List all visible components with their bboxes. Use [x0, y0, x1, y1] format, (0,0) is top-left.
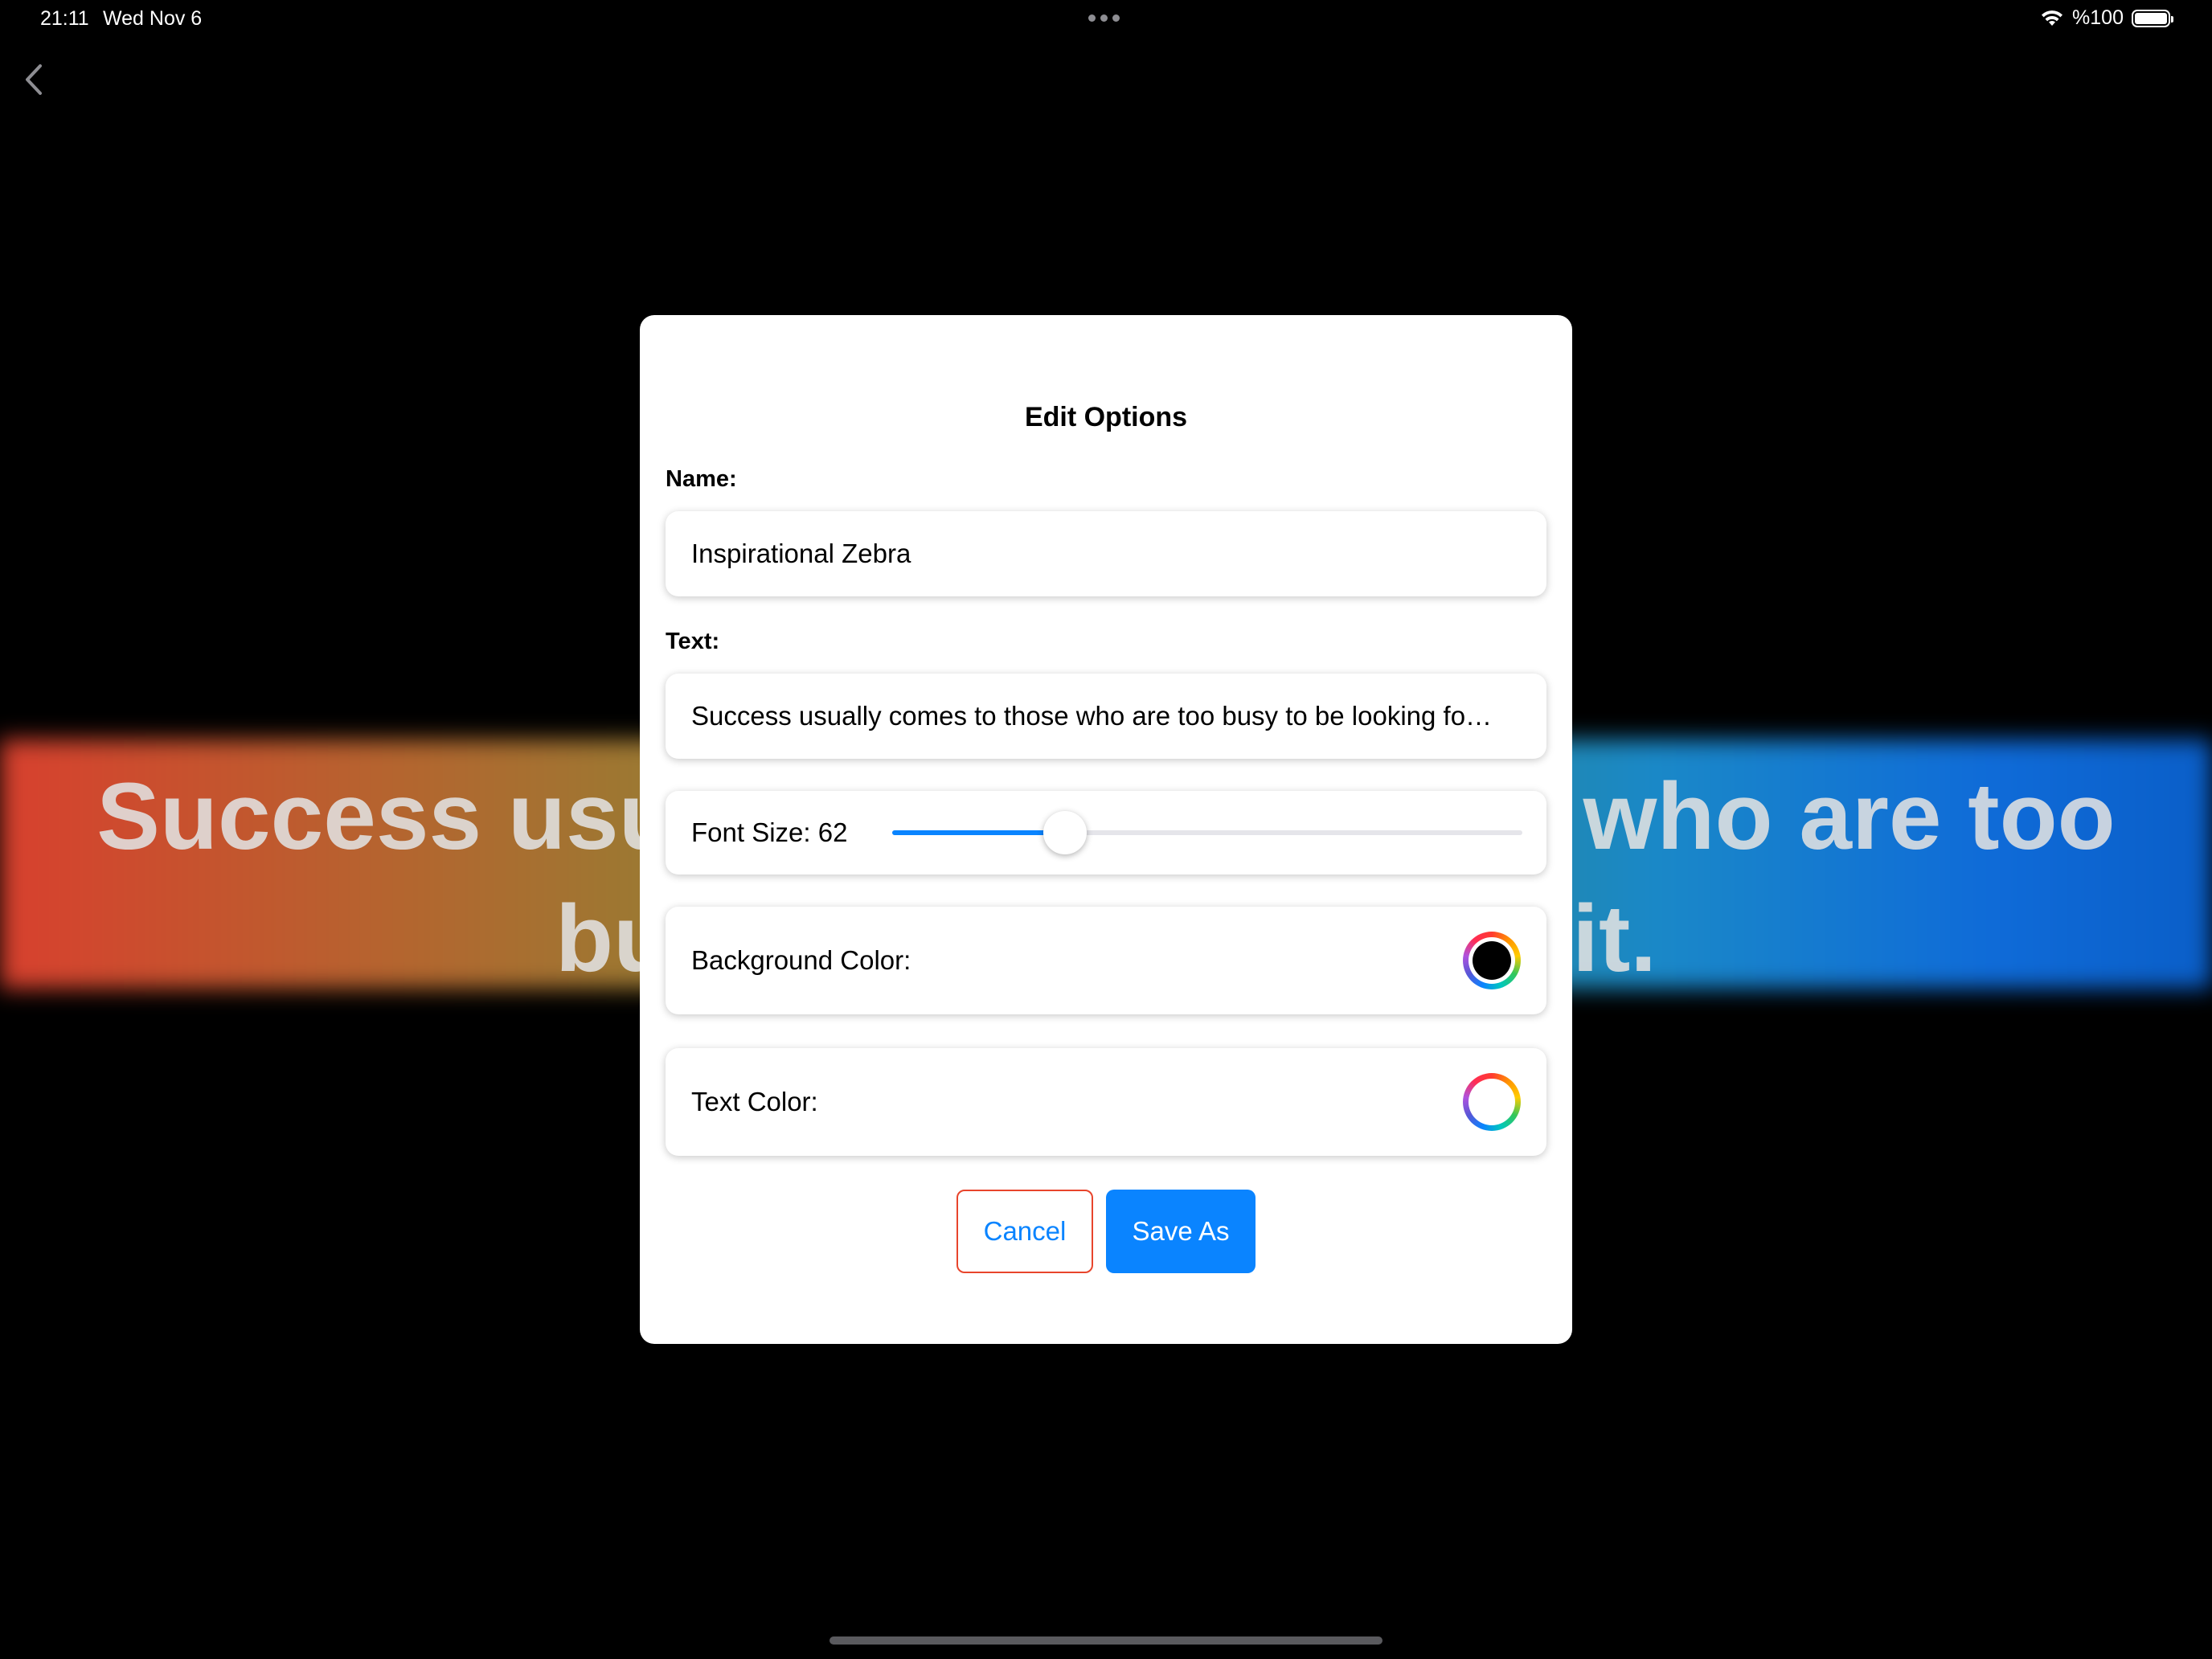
slider-fill	[892, 830, 1065, 835]
battery-percentage: %100	[2072, 6, 2124, 29]
font-size-card: Font Size: 62	[666, 791, 1546, 875]
text-label: Text:	[666, 629, 720, 654]
status-date: Wed Nov 6	[103, 7, 203, 30]
screen: 21:11 Wed Nov 6 %100 Success usually com…	[0, 0, 2212, 1659]
name-field-card	[666, 511, 1546, 596]
background-color-well[interactable]	[1463, 932, 1521, 989]
text-color-swatch	[1473, 1083, 1511, 1121]
modal-title: Edit Options	[1024, 402, 1188, 432]
home-indicator[interactable]	[830, 1636, 1382, 1645]
ellipsis-icon[interactable]	[1088, 14, 1120, 22]
edit-options-modal: Edit Options Name: Text: Font Size: 62 B…	[640, 315, 1572, 1344]
text-color-label: Text Color:	[691, 1087, 818, 1116]
text-input[interactable]	[666, 674, 1546, 759]
text-color-card: Text Color:	[666, 1048, 1546, 1156]
background-color-card: Background Color:	[666, 907, 1546, 1014]
background-color-swatch	[1473, 941, 1511, 980]
status-time: 21:11	[40, 7, 89, 30]
wifi-icon	[2042, 10, 2063, 26]
text-color-well[interactable]	[1463, 1073, 1521, 1131]
background-color-label: Background Color:	[691, 945, 911, 975]
name-input[interactable]	[666, 511, 1546, 596]
save-as-button[interactable]: Save As	[1106, 1190, 1256, 1273]
name-label: Name:	[666, 466, 737, 492]
cancel-button[interactable]: Cancel	[956, 1190, 1093, 1273]
status-bar: 21:11 Wed Nov 6 %100	[0, 0, 2212, 40]
text-field-card	[666, 674, 1546, 759]
battery-icon	[2132, 9, 2173, 27]
font-size-label: Font Size: 62	[691, 817, 848, 847]
font-size-slider[interactable]	[892, 811, 1522, 854]
slider-thumb[interactable]	[1043, 811, 1087, 854]
status-right: %100	[2040, 6, 2173, 30]
chevron-left-icon[interactable]	[18, 61, 50, 98]
